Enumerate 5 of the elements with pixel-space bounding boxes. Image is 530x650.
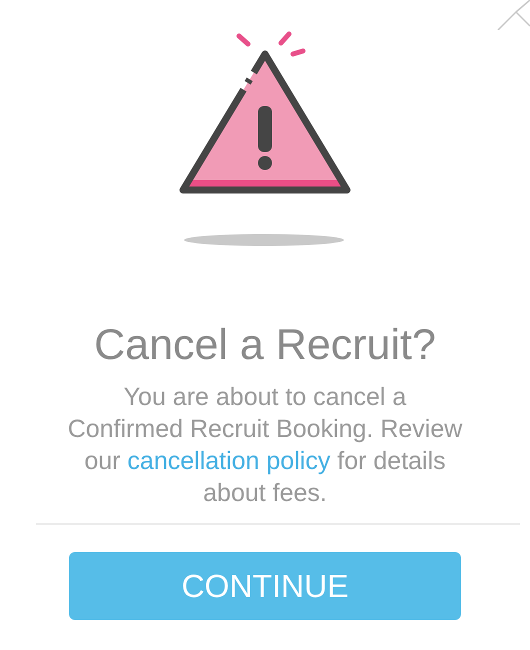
dialog-message: You are about to cancel a Confirmed Recruit Booking. Review our cancellation policy for details about fees. <box>66 382 464 510</box>
continue-button[interactable]: CONTINUE <box>69 552 461 620</box>
close-icon[interactable] <box>496 0 530 30</box>
cancellation-policy-link[interactable]: cancellation policy <box>127 447 330 476</box>
dialog-title: Cancel a Recruit? <box>94 322 436 370</box>
